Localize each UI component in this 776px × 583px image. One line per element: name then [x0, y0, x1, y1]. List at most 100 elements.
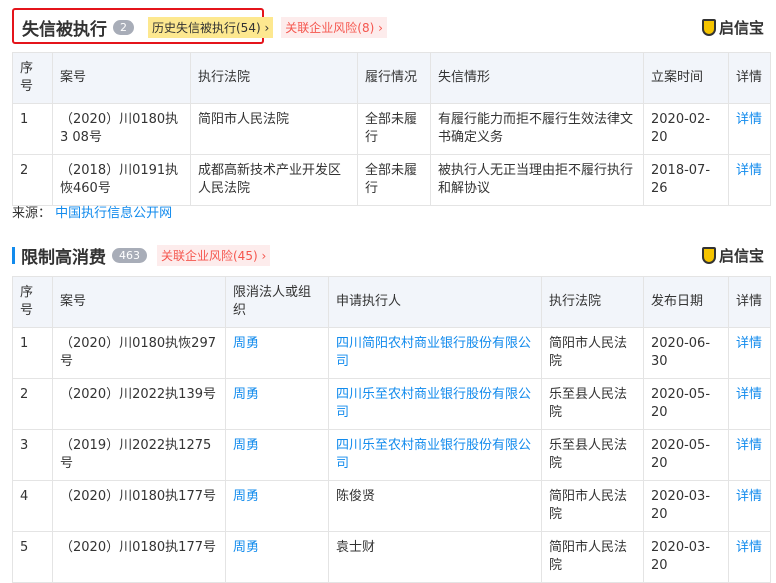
- court-text: 乐至县人民法院: [549, 438, 628, 471]
- cell-applicant: 四川乐至农村商业银行股份有限公司: [328, 429, 542, 481]
- column-header: 执行法院: [190, 52, 358, 104]
- cell-court: 简阳市人民法院: [190, 103, 358, 155]
- cell-date: 2018-07-26: [643, 154, 729, 206]
- column-header: 执行法院: [541, 276, 644, 328]
- person-link[interactable]: 周勇: [233, 540, 259, 555]
- person-link[interactable]: 周勇: [233, 438, 259, 453]
- no-text: 1: [20, 112, 29, 127]
- cell-detail: 详情: [728, 480, 771, 532]
- date-text: 2018-07-26: [651, 163, 711, 196]
- cell-no: 2: [12, 154, 53, 206]
- table-row: 1 （2020）川0180执恢297号 周勇 四川简阳农村商业银行股份有限公司 简阳市人…: [12, 327, 771, 379]
- detail-link[interactable]: 详情: [736, 163, 762, 178]
- cell-person: 周勇: [225, 429, 329, 481]
- case-text: （2019）川2022执1275号: [60, 438, 212, 471]
- table-row: 2 （2020）川2022执139号 周勇 四川乐至农村商业银行股份有限公司 乐至县人民…: [12, 378, 771, 430]
- person-link[interactable]: 周勇: [233, 387, 259, 402]
- source-link[interactable]: 中国执行信息公开网: [55, 206, 172, 221]
- case-text: （2020）川0180执177号: [60, 489, 216, 504]
- cell-person: 周勇: [225, 327, 329, 379]
- case-text: （2020）川0180执177号: [60, 540, 216, 555]
- case-text: （2020）川0180执恢297号: [60, 336, 216, 369]
- date-text: 2020-03-20: [651, 489, 711, 522]
- date-text: 2020-03-20: [651, 540, 711, 573]
- cell-applicant: 四川简阳农村商业银行股份有限公司: [328, 327, 542, 379]
- column-header: 详情: [728, 276, 771, 328]
- detail-link[interactable]: 详情: [736, 540, 762, 555]
- no-text: 3: [20, 438, 29, 453]
- related-risk-tag[interactable]: 关联企业风险(45) ›: [157, 244, 271, 266]
- court-text: 乐至县人民法院: [549, 387, 628, 420]
- status-text: 全部未履行: [365, 112, 418, 145]
- column-header: 立案时间: [643, 52, 729, 104]
- applicant-link[interactable]: 四川简阳农村商业银行股份有限公司: [336, 336, 531, 369]
- column-header: 发布日期: [643, 276, 729, 328]
- dishonest-table: 序号 案号 执行法院 履行情况 失信情形 立案时间 详情 1 （2020）川0180执3 08号…: [12, 52, 771, 206]
- cell-detail: 详情: [728, 154, 771, 206]
- cell-case: （2020）川0180执恢297号: [52, 327, 226, 379]
- court-text: 简阳市人民法院: [198, 112, 290, 127]
- cell-person: 周勇: [225, 480, 329, 532]
- column-header: 案号: [52, 276, 226, 328]
- table-row: 2 （2018）川0191执恢460号 成都高新技术产业开发区人民法院 全部未履行 被执…: [12, 154, 771, 206]
- cell-date: 2020-02-20: [643, 103, 729, 155]
- column-header: 履行情况: [357, 52, 431, 104]
- no-text: 5: [20, 540, 29, 555]
- detail-link[interactable]: 详情: [736, 336, 762, 351]
- detail-link[interactable]: 详情: [736, 387, 762, 402]
- history-dishonest-tag[interactable]: 历史失信被执行(54) ›: [148, 16, 274, 38]
- shield-icon: [701, 18, 716, 36]
- cell-case: （2018）川0191执恢460号: [52, 154, 191, 206]
- person-link[interactable]: 周勇: [233, 489, 259, 504]
- count-badge: 2: [113, 19, 134, 35]
- shield-icon: [701, 246, 716, 264]
- detail-link[interactable]: 详情: [736, 489, 762, 504]
- section-title: 失信被执行: [22, 19, 107, 40]
- cell-date: 2020-05-20: [643, 429, 729, 481]
- date-text: 2020-06-30: [651, 336, 711, 369]
- cell-no: 3: [12, 429, 53, 481]
- qixinbao-logo: 启信宝: [701, 245, 764, 266]
- table-row: 3 （2019）川2022执1275号 周勇 四川乐至农村商业银行股份有限公司 乐至县人…: [12, 429, 771, 481]
- column-header: 详情: [728, 52, 771, 104]
- cell-status: 全部未履行: [357, 103, 431, 155]
- court-text: 简阳市人民法院: [549, 489, 628, 522]
- cell-court: 乐至县人民法院: [541, 429, 644, 481]
- cell-situation: 有履行能力而拒不履行生效法律文书确定义务: [430, 103, 644, 155]
- applicant-link[interactable]: 四川乐至农村商业银行股份有限公司: [336, 438, 531, 471]
- cell-court: 成都高新技术产业开发区人民法院: [190, 154, 358, 206]
- cell-court: 简阳市人民法院: [541, 480, 644, 532]
- cell-case: （2020）川2022执139号: [52, 378, 226, 430]
- table-row: 1 （2020）川0180执3 08号 简阳市人民法院 全部未履行 有履行能力而拒不履行…: [12, 103, 771, 155]
- cell-date: 2020-06-30: [643, 327, 729, 379]
- cell-situation: 被执行人无正当理由拒不履行执行和解协议: [430, 154, 644, 206]
- cell-case: （2019）川2022执1275号: [52, 429, 226, 481]
- applicant-text: 袁士财: [336, 540, 376, 555]
- cell-no: 4: [12, 480, 53, 532]
- column-header: 序号: [12, 52, 53, 104]
- no-text: 2: [20, 163, 29, 178]
- count-badge: 463: [112, 247, 147, 263]
- column-header: 案号: [52, 52, 191, 104]
- case-text: （2018）川0191执恢460号: [60, 163, 179, 196]
- person-link[interactable]: 周勇: [233, 336, 259, 351]
- column-header: 申请执行人: [328, 276, 542, 328]
- consumption-restriction-table: 序号 案号 限消法人或组织 申请执行人 执行法院 发布日期 详情 1 （2020）川0180执恢…: [12, 276, 771, 583]
- applicant-link[interactable]: 四川乐至农村商业银行股份有限公司: [336, 387, 531, 420]
- cell-detail: 详情: [728, 429, 771, 481]
- section-title: 限制高消费: [21, 247, 106, 268]
- section-header-dishonest: 失信被执行 2 历史失信被执行(54) › 关联企业风险(8) › 启信宝: [12, 12, 770, 42]
- cell-date: 2020-05-20: [643, 378, 729, 430]
- no-text: 2: [20, 387, 29, 402]
- cell-status: 全部未履行: [357, 154, 431, 206]
- cell-case: （2020）川0180执177号: [52, 480, 226, 532]
- related-risk-tag[interactable]: 关联企业风险(8) ›: [281, 16, 387, 38]
- detail-link[interactable]: 详情: [736, 438, 762, 453]
- date-text: 2020-05-20: [651, 438, 711, 471]
- no-text: 1: [20, 336, 29, 351]
- cell-no: 1: [12, 103, 53, 155]
- cell-detail: 详情: [728, 378, 771, 430]
- detail-link[interactable]: 详情: [736, 112, 762, 127]
- source: 来源： 中国执行信息公开网: [12, 206, 173, 221]
- section-accent-bar: [12, 246, 15, 264]
